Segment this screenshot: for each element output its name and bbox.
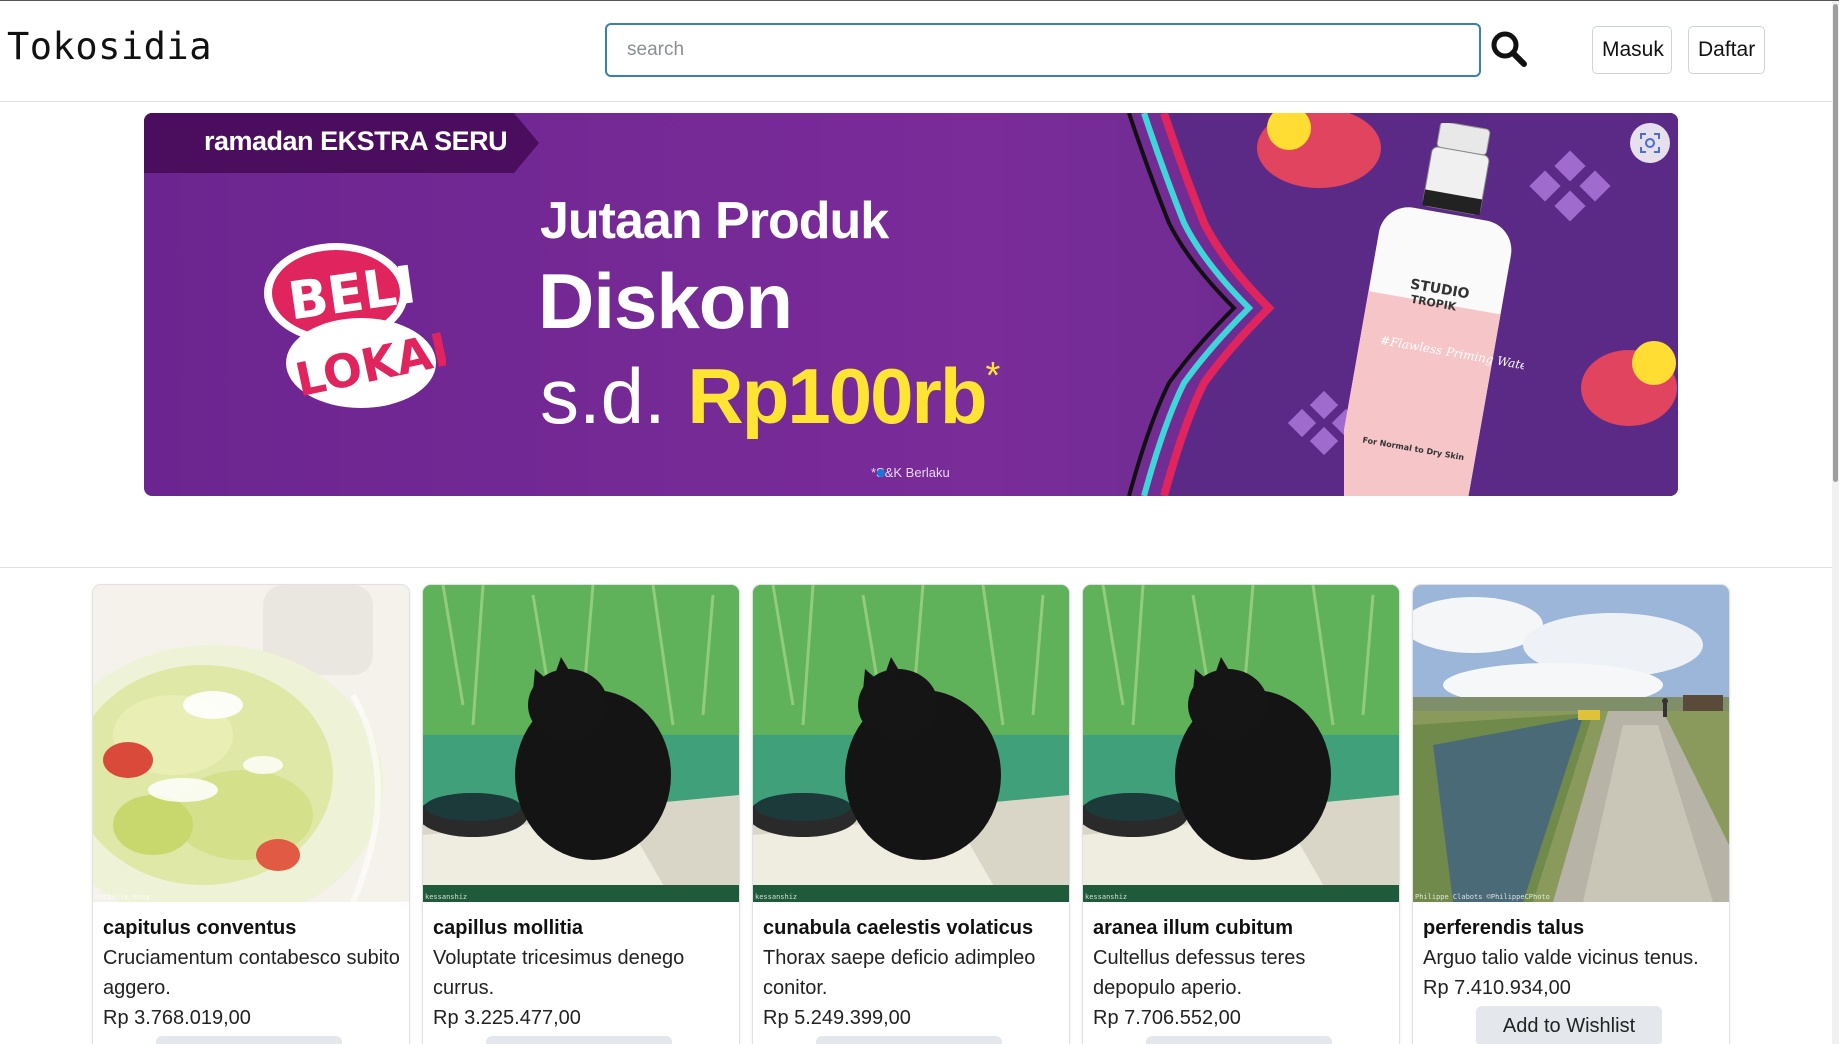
salad-photo (93, 585, 409, 902)
black-cat-photo (753, 585, 1069, 902)
black-cat-photo (1083, 585, 1399, 902)
search-input[interactable] (605, 23, 1481, 77)
product-bottle-image: STUDIO TROPIK #Flawless Priming Water Fo… (1344, 123, 1524, 496)
product-price: Rp 7.706.552,00 (1093, 1007, 1241, 1029)
product-image-black-cat[interactable]: kessanshiz (423, 585, 739, 902)
product-image-black-cat[interactable]: kessanshiz (753, 585, 1069, 902)
scan-icon (1640, 133, 1660, 153)
product-info: capitulus conventus Cruciamentum contabe… (103, 913, 403, 1033)
product-card[interactable]: Rochelle Kees capitulus conventus Crucia… (92, 584, 410, 1044)
search-icon (1491, 31, 1527, 67)
product-price: Rp 5.249.399,00 (763, 1007, 911, 1029)
product-description: Cultellus defessus teres depopulo aperio… (1093, 947, 1306, 999)
add-to-wishlist-button[interactable]: Add to Wishlist (486, 1036, 672, 1044)
banner-discount: s.d. Rp100rb* (540, 351, 1000, 442)
image-credit: kessanshiz (755, 893, 798, 901)
login-button[interactable]: Masuk (1592, 26, 1672, 74)
beli-lokal-bubble: BELI LOKAL (264, 243, 446, 408)
image-credit: Rochelle Kees (95, 893, 150, 901)
product-card[interactable]: kessanshiz aranea illum cubitum Cultellu… (1082, 584, 1400, 1044)
product-grid: Rochelle Kees capitulus conventus Crucia… (92, 584, 1732, 1044)
product-description: Cruciamentum contabesco subito aggero. (103, 947, 400, 999)
product-image-salad[interactable]: Rochelle Kees (93, 585, 409, 902)
product-description: Voluptate tricesimus denego currus. (433, 947, 685, 999)
add-to-wishlist-button[interactable]: Add to Wishlist (156, 1036, 342, 1044)
product-price: Rp 3.768.019,00 (103, 1007, 251, 1029)
ramadan-tag-bold: EKSTRA SERU (320, 126, 508, 156)
product-card[interactable]: kessanshiz capillus mollitia Voluptate t… (422, 584, 740, 1044)
product-price: Rp 7.410.934,00 (1423, 977, 1571, 999)
image-credit: kessanshiz (1085, 893, 1128, 901)
image-scan-button[interactable] (1630, 123, 1670, 163)
product-title[interactable]: capillus mollitia (433, 913, 733, 943)
add-to-wishlist-button[interactable]: Add to Wishlist (1476, 1006, 1662, 1044)
add-to-wishlist-button[interactable]: Add to Wishlist (816, 1036, 1002, 1044)
product-description: Thorax saepe deficio adimpleo conitor. (763, 947, 1036, 999)
ramadan-tag-light: ramadan (204, 126, 321, 156)
promo-banner[interactable]: ramadan EKSTRA SERU BELI LOKAL Jutaan Pr… (144, 113, 1678, 496)
image-credit: Philippe Clabots ©PhilippeCPhoto (1415, 893, 1550, 901)
section-divider (0, 567, 1832, 568)
search-button[interactable] (1489, 29, 1529, 69)
product-image-black-cat[interactable]: kessanshiz (1083, 585, 1399, 902)
banner-headline-1: Jutaan Produk (540, 192, 889, 250)
product-title[interactable]: aranea illum cubitum (1093, 913, 1393, 943)
product-title[interactable]: perferendis talus (1423, 913, 1723, 943)
add-to-wishlist-button[interactable]: Add to Wishlist (1146, 1036, 1332, 1044)
page-scrollbar-thumb[interactable] (1833, 4, 1838, 482)
product-title[interactable]: cunabula caelestis volaticus (763, 913, 1063, 943)
image-credit: kessanshiz (425, 893, 468, 901)
carousel-indicator[interactable] (877, 469, 885, 477)
product-image-countryside-road[interactable]: Philippe Clabots ©PhilippeCPhoto (1413, 585, 1729, 902)
brand-logo[interactable]: Tokosidia (7, 25, 212, 68)
discount-prefix: s.d. (540, 352, 688, 440)
product-description: Arguo talio valde vicinus tenus. (1423, 947, 1699, 969)
product-info: capillus mollitia Voluptate tricesimus d… (433, 913, 733, 1033)
product-info: cunabula caelestis volaticus Thorax saep… (763, 913, 1063, 1033)
discount-amount: Rp100rb (687, 352, 987, 440)
navbar: Tokosidia Masuk Daftar (0, 1, 1832, 102)
product-price: Rp 3.225.477,00 (433, 1007, 581, 1029)
product-info: aranea illum cubitum Cultellus defessus … (1093, 913, 1393, 1033)
countryside-road-photo (1413, 585, 1729, 902)
product-card[interactable]: kessanshiz cunabula caelestis volaticus … (752, 584, 1070, 1044)
product-card[interactable]: Philippe Clabots ©PhilippeCPhoto perfere… (1412, 584, 1730, 1044)
register-button[interactable]: Daftar (1688, 26, 1765, 74)
discount-asterisk: * (985, 355, 1001, 397)
product-info: perferendis talus Arguo talio valde vici… (1423, 913, 1723, 1003)
black-cat-photo (423, 585, 739, 902)
ramadan-tag: ramadan EKSTRA SERU (204, 126, 508, 157)
banner-headline-2: Diskon (538, 257, 793, 345)
product-title[interactable]: capitulus conventus (103, 913, 403, 943)
